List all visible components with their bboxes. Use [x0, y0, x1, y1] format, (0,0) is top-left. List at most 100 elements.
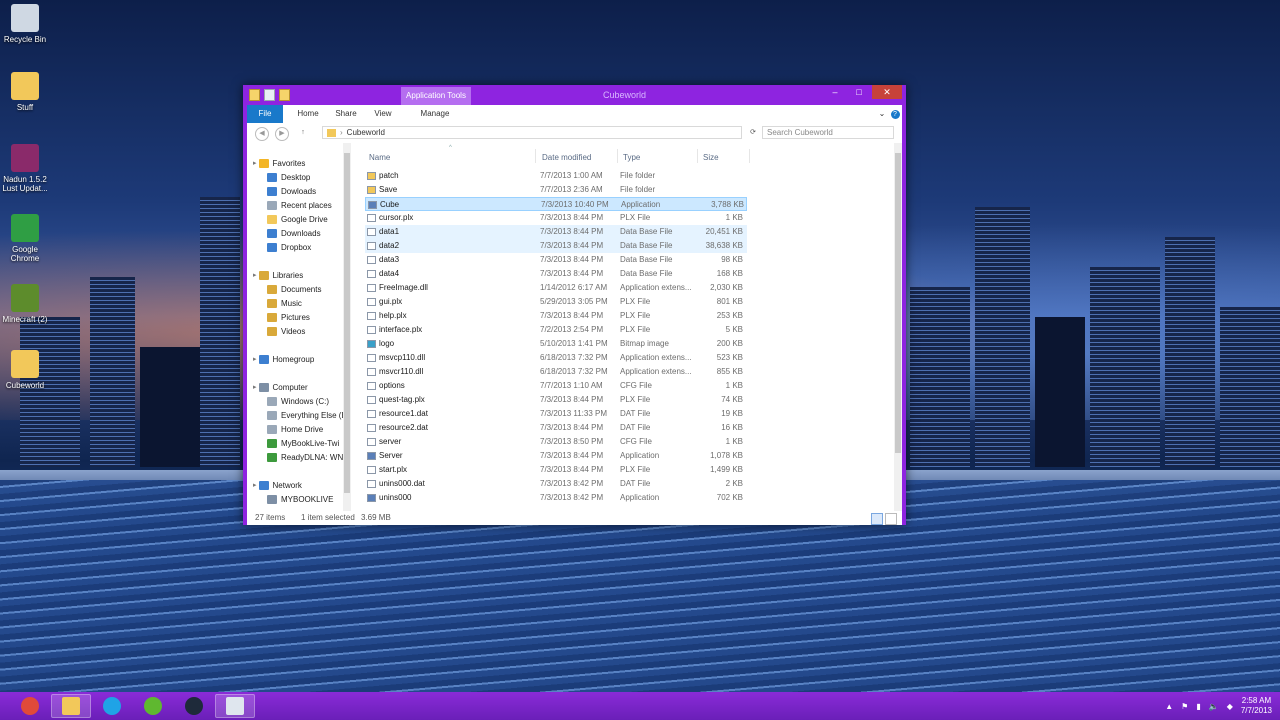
- column-divider[interactable]: [617, 149, 618, 163]
- maximize-button[interactable]: □: [848, 85, 870, 99]
- up-button[interactable]: ↑: [297, 127, 309, 139]
- breadcrumb[interactable]: Cubeworld: [347, 128, 385, 137]
- file-row[interactable]: start.plx 7/3/2013 8:44 PM PLX File 1,499 K…: [365, 463, 747, 477]
- column-divider[interactable]: [697, 149, 698, 163]
- nav-scrollbar[interactable]: [343, 143, 351, 511]
- clock[interactable]: 2:58 AM 7/7/2013: [1241, 696, 1272, 716]
- nav-item[interactable]: Dowloads: [267, 185, 316, 198]
- column-header-date[interactable]: Date modified: [542, 153, 591, 162]
- nav-item[interactable]: MYBOOKLIVE: [267, 493, 333, 506]
- taskbar-button[interactable]: [51, 694, 91, 718]
- file-row[interactable]: unins000 7/3/2013 8:42 PM Application 702 K…: [365, 491, 747, 505]
- file-row[interactable]: msvcr110.dll 6/18/2013 7:32 PM Application…: [365, 365, 747, 379]
- tab-home[interactable]: Home: [293, 105, 323, 123]
- file-row[interactable]: Cube 7/3/2013 10:40 PM Application 3,788 KB: [365, 197, 747, 211]
- nav-item[interactable]: Everything Else (E: [267, 409, 347, 422]
- nav-item[interactable]: Google Drive: [267, 213, 328, 226]
- column-divider[interactable]: [535, 149, 536, 163]
- nav-item[interactable]: ▸ Computer: [253, 381, 308, 394]
- nav-item[interactable]: Music: [267, 297, 302, 310]
- back-button[interactable]: ◀: [255, 127, 269, 141]
- properties-icon[interactable]: [264, 89, 275, 101]
- file-row[interactable]: gui.plx 5/29/2013 3:05 PM PLX File 801 KB: [365, 295, 747, 309]
- desktop-icon[interactable]: Nadun 1.5.2 Lust Updat...: [0, 144, 50, 193]
- file-row[interactable]: options 7/7/2013 1:10 AM CFG File 1 KB: [365, 379, 747, 393]
- file-row[interactable]: unins000.dat 7/3/2013 8:42 PM DAT File 2 KB: [365, 477, 747, 491]
- file-row[interactable]: data2 7/3/2013 8:44 PM Data Base File 38,63…: [365, 239, 747, 253]
- nav-scrollbar-thumb[interactable]: [344, 153, 350, 493]
- address-bar[interactable]: › Cubeworld: [322, 126, 742, 139]
- nav-item[interactable]: Windows (C:): [267, 395, 329, 408]
- expand-ribbon-icon[interactable]: ⌄: [877, 105, 887, 123]
- nav-item[interactable]: Pictures: [267, 311, 310, 324]
- expand-arrow-icon[interactable]: ▸: [253, 381, 257, 394]
- taskbar-button[interactable]: [215, 694, 255, 718]
- title-bar[interactable]: Application Tools Cubeworld – □ ✕: [243, 85, 906, 105]
- desktop-icon[interactable]: Stuff: [0, 72, 50, 112]
- new-folder-icon[interactable]: [279, 89, 290, 101]
- refresh-button[interactable]: ⟳: [747, 127, 759, 139]
- desktop-icon[interactable]: Google Chrome: [0, 214, 50, 263]
- nav-item[interactable]: Recent places: [267, 199, 332, 212]
- nav-item[interactable]: Downloads: [267, 227, 321, 240]
- taskbar-button[interactable]: [92, 694, 132, 718]
- column-header-name[interactable]: Name: [369, 153, 390, 162]
- desktop-icon[interactable]: Minecraft (2): [0, 284, 50, 324]
- file-row[interactable]: data1 7/3/2013 8:44 PM Data Base File 20,45…: [365, 225, 747, 239]
- column-header-type[interactable]: Type: [623, 153, 640, 162]
- nav-item[interactable]: MyBookLive-Twi: [267, 437, 339, 450]
- file-row[interactable]: msvcp110.dll 6/18/2013 7:32 PM Application…: [365, 351, 747, 365]
- file-row[interactable]: resource1.dat 7/3/2013 11:33 PM DAT File 19…: [365, 407, 747, 421]
- taskbar-button[interactable]: [10, 694, 50, 718]
- file-scrollbar-thumb[interactable]: [895, 153, 901, 453]
- search-input[interactable]: Search Cubeworld: [762, 126, 894, 139]
- file-row[interactable]: logo 5/10/2013 1:41 PM Bitmap image 200 KB: [365, 337, 747, 351]
- tab-view[interactable]: View: [369, 105, 397, 123]
- nav-item[interactable]: Desktop: [267, 171, 310, 184]
- nav-item[interactable]: ▸ Favorites: [253, 157, 305, 170]
- tab-manage[interactable]: Manage: [417, 105, 453, 123]
- file-row[interactable]: server 7/3/2013 8:50 PM CFG File 1 KB: [365, 435, 747, 449]
- close-button[interactable]: ✕: [872, 85, 902, 99]
- show-hidden-icons[interactable]: ▲: [1165, 702, 1173, 711]
- tab-file[interactable]: File: [247, 105, 283, 123]
- desktop-icon[interactable]: Recycle Bin: [0, 4, 50, 44]
- nav-item[interactable]: ▸ Network: [253, 479, 302, 492]
- tab-share[interactable]: Share: [331, 105, 361, 123]
- file-row[interactable]: interface.plx 7/2/2013 2:54 PM PLX File 5 K…: [365, 323, 747, 337]
- minimize-button[interactable]: –: [824, 85, 846, 99]
- file-row[interactable]: Server 7/3/2013 8:44 PM Application 1,078 K…: [365, 449, 747, 463]
- details-view-button[interactable]: [871, 513, 883, 525]
- expand-arrow-icon[interactable]: ▸: [253, 157, 257, 170]
- help-icon[interactable]: ?: [890, 105, 900, 123]
- nav-item[interactable]: Home Drive: [267, 423, 323, 436]
- desktop-icon[interactable]: Cubeworld: [0, 350, 50, 390]
- expand-arrow-icon[interactable]: ▸: [253, 479, 257, 492]
- column-header-size[interactable]: Size: [703, 153, 719, 162]
- nav-item[interactable]: Documents: [267, 283, 321, 296]
- file-row[interactable]: Save 7/7/2013 2:36 AM File folder: [365, 183, 747, 197]
- forward-button[interactable]: ▶: [275, 127, 289, 141]
- file-scrollbar[interactable]: [894, 143, 902, 511]
- nav-item[interactable]: ReadyDLNA: WN: [267, 451, 343, 464]
- volume-icon[interactable]: 🔈: [1209, 702, 1219, 711]
- large-icons-view-button[interactable]: [885, 513, 897, 525]
- nav-item[interactable]: ▸ Homegroup: [253, 353, 314, 366]
- nav-item[interactable]: ▸ Libraries: [253, 269, 303, 282]
- flag-icon[interactable]: ⚑: [1181, 702, 1188, 711]
- taskbar-button[interactable]: [133, 694, 173, 718]
- file-row[interactable]: FreeImage.dll 1/14/2012 6:17 AM Applicatio…: [365, 281, 747, 295]
- taskbar-button[interactable]: [174, 694, 214, 718]
- dropbox-tray-icon[interactable]: ◆: [1227, 702, 1233, 711]
- file-row[interactable]: help.plx 7/3/2013 8:44 PM PLX File 253 KB: [365, 309, 747, 323]
- explorer-window[interactable]: Application Tools Cubeworld – □ ✕ File H…: [243, 85, 906, 525]
- expand-arrow-icon[interactable]: ▸: [253, 269, 257, 282]
- file-row[interactable]: data3 7/3/2013 8:44 PM Data Base File 98 KB: [365, 253, 747, 267]
- expand-arrow-icon[interactable]: ▸: [253, 353, 257, 366]
- file-row[interactable]: quest-tag.plx 7/3/2013 8:44 PM PLX File 74 …: [365, 393, 747, 407]
- nav-item[interactable]: Dropbox: [267, 241, 311, 254]
- file-row[interactable]: data4 7/3/2013 8:44 PM Data Base File 168 K…: [365, 267, 747, 281]
- column-divider[interactable]: [749, 149, 750, 163]
- file-row[interactable]: cursor.plx 7/3/2013 8:44 PM PLX File 1 KB: [365, 211, 747, 225]
- file-row[interactable]: patch 7/7/2013 1:00 AM File folder: [365, 169, 747, 183]
